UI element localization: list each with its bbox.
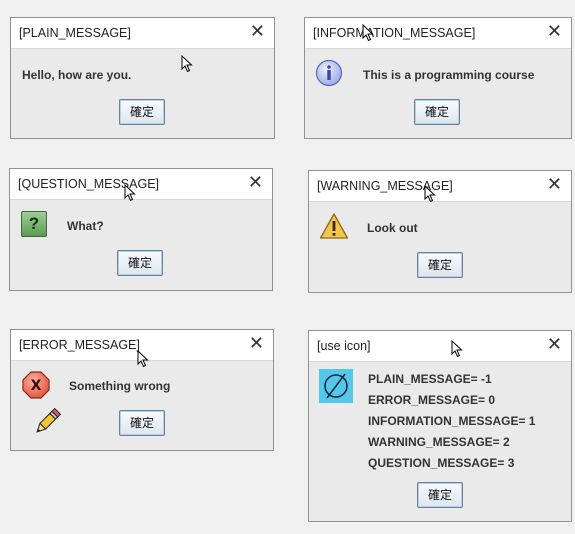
error-message-dialog: [ERROR_MESSAGE] ✕ X Something wrong 確定: [10, 329, 274, 451]
plain-message-dialog: [PLAIN_MESSAGE] ✕ Hello, how are you. 確定: [10, 17, 275, 139]
mouse-cursor-icon: [124, 184, 136, 202]
dialog-message: Hello, how are you.: [22, 68, 132, 82]
mouse-cursor-icon: [362, 24, 374, 42]
dialog-title: [PLAIN_MESSAGE]: [19, 26, 131, 40]
warning-message-dialog: [WARNING_MESSAGE] ✕ Look out 確定: [308, 170, 572, 293]
pencil-icon: [36, 407, 62, 433]
mouse-cursor-icon: [451, 340, 463, 358]
dialog-message: Look out: [367, 221, 418, 235]
close-icon[interactable]: ✕: [250, 23, 265, 41]
mouse-cursor-icon: [137, 350, 149, 368]
empty-set-icon: [319, 369, 353, 403]
dialog-message: Something wrong: [69, 379, 171, 393]
title-bar[interactable]: [WARNING_MESSAGE] ✕: [309, 171, 571, 202]
dialog-title: [INFORMATION_MESSAGE]: [313, 26, 476, 40]
ok-button[interactable]: 確定: [417, 252, 463, 278]
close-icon[interactable]: ✕: [547, 336, 562, 354]
close-icon[interactable]: ✕: [547, 23, 562, 41]
error-glyph: X: [31, 378, 42, 394]
close-icon[interactable]: ✕: [547, 176, 562, 194]
information-message-dialog: [INFORMATION_MESSAGE] ✕ This is a progra…: [304, 17, 572, 139]
list-item: WARNING_MESSAGE= 2: [368, 435, 510, 449]
question-message-dialog: [QUESTION_MESSAGE] ✕ ? What? 確定: [9, 168, 273, 291]
info-icon: [315, 59, 343, 87]
mouse-cursor-icon: [424, 185, 436, 203]
dialog-title: [ERROR_MESSAGE]: [19, 338, 140, 352]
message-type-list: PLAIN_MESSAGE= -1 ERROR_MESSAGE= 0 INFOR…: [368, 369, 535, 474]
ok-button[interactable]: 確定: [119, 99, 165, 125]
question-icon: ?: [21, 211, 47, 237]
warning-icon: [319, 213, 349, 239]
list-item: ERROR_MESSAGE= 0: [368, 393, 496, 407]
title-bar[interactable]: [PLAIN_MESSAGE] ✕: [11, 18, 274, 49]
dialog-message: This is a programming course: [363, 68, 535, 82]
title-bar[interactable]: [use icon] ✕: [309, 331, 571, 362]
list-item: INFORMATION_MESSAGE= 1: [368, 414, 536, 428]
list-item: QUESTION_MESSAGE= 3: [368, 456, 515, 470]
close-icon[interactable]: ✕: [249, 335, 264, 353]
question-glyph: ?: [28, 214, 40, 233]
close-icon[interactable]: ✕: [248, 174, 263, 192]
dialog-message: What?: [67, 219, 104, 233]
ok-button[interactable]: 確定: [119, 410, 165, 436]
dialog-title: [use icon]: [317, 339, 371, 353]
ok-button[interactable]: 確定: [417, 482, 463, 508]
error-icon: X: [22, 371, 50, 399]
list-item: PLAIN_MESSAGE= -1: [368, 372, 492, 386]
dialog-title: [QUESTION_MESSAGE]: [18, 177, 160, 191]
title-bar[interactable]: [INFORMATION_MESSAGE] ✕: [305, 18, 571, 49]
ok-button[interactable]: 確定: [414, 99, 460, 125]
ok-button[interactable]: 確定: [117, 250, 163, 276]
title-bar[interactable]: [QUESTION_MESSAGE] ✕: [10, 169, 272, 200]
use-icon-dialog: [use icon] ✕ PLAIN_MESSAGE= -1 ERROR_MES…: [308, 330, 572, 522]
mouse-cursor-icon: [181, 55, 193, 73]
